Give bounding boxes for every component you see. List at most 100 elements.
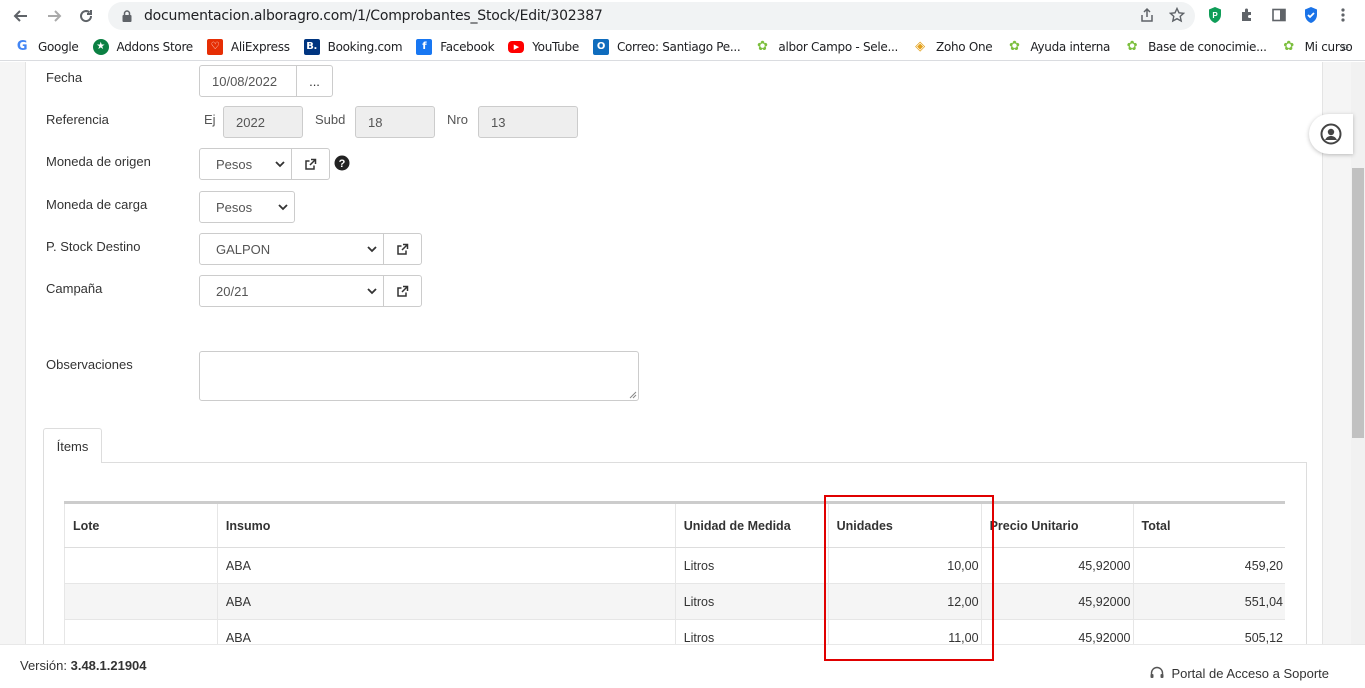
fecha-input[interactable]: 10/08/2022 [199, 65, 297, 97]
col-header-unidad-medida[interactable]: Unidad de Medida [674, 502, 829, 548]
col-header-precio-unitario[interactable]: Precio Unitario [980, 502, 1133, 548]
forward-icon[interactable] [41, 3, 67, 29]
facebook-icon: f [416, 38, 433, 55]
chevron-down-icon [275, 161, 285, 168]
campana-open-button[interactable] [383, 275, 422, 307]
subd-input[interactable]: 18 [355, 106, 435, 138]
bookmark-zoho-one[interactable]: ◈ Zoho One [912, 39, 993, 55]
lock-icon [120, 9, 134, 23]
bookmark-base-conocimiento[interactable]: ✿ Base de conocimie... [1124, 39, 1267, 55]
booking-icon: B. [303, 38, 320, 55]
google-icon: G [16, 39, 28, 54]
version-info: Versión: 3.48.1.21904 [20, 658, 147, 673]
moneda-origen-open-button[interactable] [291, 148, 330, 180]
support-portal-link[interactable]: Portal de Acceso a Soporte [1149, 665, 1329, 681]
back-icon[interactable] [8, 3, 34, 29]
reload-icon[interactable] [73, 3, 99, 29]
cell-unidades: 12,00 [827, 583, 982, 620]
bookmark-youtube[interactable]: ▶ YouTube [508, 40, 579, 54]
bookmark-outlook[interactable]: O Correo: Santiago Pe... [592, 38, 741, 55]
table-header-row: Lote Insumo Unidad de Medida Unidades Pr… [64, 502, 1285, 548]
albor-icon: ✿ [1126, 39, 1138, 54]
cell-insumo: ABA [216, 547, 676, 584]
menu-kebab-icon[interactable] [1332, 4, 1354, 26]
cell-insumo: ABA [216, 583, 676, 620]
fecha-label: Fecha [46, 70, 83, 85]
cell-precio: 45,92000 [980, 547, 1133, 584]
table-row[interactable]: ABA Litros 10,00 45,92000 459,20 [64, 547, 1285, 584]
col-header-lote[interactable]: Lote [64, 502, 218, 548]
cell-unidad: Litros [674, 547, 829, 584]
col-header-total[interactable]: Total [1132, 502, 1285, 548]
url-text: documentacion.alboragro.com/1/Comprobant… [144, 8, 603, 24]
cell-unidad: Litros [674, 583, 829, 620]
moneda-carga-select[interactable]: Pesos [199, 191, 295, 223]
moneda-carga-label: Moneda de carga [46, 197, 148, 212]
sidepanel-icon[interactable] [1268, 4, 1290, 26]
referencia-label: Referencia [46, 112, 109, 127]
albor-icon: ✿ [1283, 39, 1294, 54]
privacy-extension-icon[interactable]: P [1204, 4, 1226, 26]
youtube-icon: ▶ [508, 40, 525, 53]
bookmark-ayuda-interna[interactable]: ✿ Ayuda interna [1006, 39, 1110, 55]
campana-label: Campaña [46, 281, 103, 296]
tab-items[interactable]: Ítems [43, 428, 102, 463]
cell-total: 551,04 [1132, 583, 1285, 620]
headset-icon [1150, 666, 1164, 678]
svg-text:P: P [1212, 11, 1218, 20]
subd-label: Subd [315, 112, 346, 127]
aliexpress-icon: ♡ [206, 38, 223, 55]
ej-input[interactable]: 2022 [223, 106, 303, 138]
ej-label: Ej [204, 112, 216, 127]
chevron-down-icon [278, 204, 288, 211]
bookmark-albor-campo[interactable]: ✿ albor Campo - Sele... [754, 39, 898, 55]
moneda-origen-label: Moneda de origen [46, 154, 151, 169]
stock-destino-open-button[interactable] [383, 233, 422, 265]
shield-check-icon[interactable] [1300, 4, 1322, 26]
scrollbar-thumb[interactable] [1352, 168, 1364, 438]
observaciones-label: Observaciones [46, 357, 133, 372]
col-header-unidades[interactable]: Unidades [827, 502, 982, 548]
albor-icon: ✿ [1009, 39, 1020, 54]
moneda-origen-select[interactable]: Pesos [199, 148, 292, 180]
cell-precio: 45,92000 [980, 583, 1133, 620]
observaciones-textarea[interactable] [199, 351, 639, 401]
nro-label: Nro [447, 112, 468, 127]
svg-text:?: ? [339, 158, 346, 170]
external-link-icon [397, 285, 409, 297]
nro-input[interactable]: 13 [478, 106, 578, 138]
bookmarks-bar: G Google ★ Addons Store ♡ AliExpress B. Book… [0, 33, 1365, 61]
fecha-picker-button[interactable]: ... [296, 65, 333, 97]
zoho-icon: ◈ [915, 39, 925, 54]
page-content: Fecha 10/08/2022 ... Referencia Ej 2022 … [0, 62, 1365, 688]
user-avatar-button[interactable] [1309, 114, 1353, 154]
bookmark-aliexpress[interactable]: ♡ AliExpress [206, 38, 290, 55]
col-header-insumo[interactable]: Insumo [216, 502, 676, 548]
cell-unidades: 10,00 [827, 547, 982, 584]
chevron-down-icon [367, 288, 377, 295]
external-link-icon [397, 243, 409, 255]
bookmark-addons-store[interactable]: ★ Addons Store [92, 38, 193, 55]
user-circle-icon [1320, 123, 1342, 145]
bookmark-booking[interactable]: B. Booking.com [303, 38, 403, 55]
addons-icon: ★ [92, 38, 109, 55]
outlook-icon: O [592, 38, 609, 55]
resize-grip-icon[interactable] [629, 391, 637, 399]
footer: Versión: 3.48.1.21904 Portal de Acceso a… [0, 644, 1365, 688]
campana-select[interactable]: 20/21 [199, 275, 384, 307]
stock-destino-select[interactable]: GALPON [199, 233, 384, 265]
items-table: Lote Insumo Unidad de Medida Unidades Pr… [64, 501, 1285, 656]
bookmark-google[interactable]: G Google [14, 39, 79, 55]
cell-lote [64, 583, 218, 620]
table-row[interactable]: ABA Litros 12,00 45,92000 551,04 [64, 583, 1285, 620]
chevron-double-right-icon[interactable]: » [1341, 38, 1349, 54]
page-scrollbar[interactable] [1351, 62, 1365, 644]
help-icon[interactable]: ? [334, 155, 350, 176]
address-bar[interactable]: documentacion.alboragro.com/1/Comprobant… [108, 2, 1195, 30]
version-number: 3.48.1.21904 [70, 658, 147, 673]
albor-icon: ✿ [757, 39, 768, 54]
share-icon[interactable] [1139, 7, 1155, 27]
puzzle-icon[interactable] [1236, 4, 1258, 26]
star-icon[interactable] [1168, 6, 1186, 27]
bookmark-facebook[interactable]: f Facebook [416, 38, 495, 55]
